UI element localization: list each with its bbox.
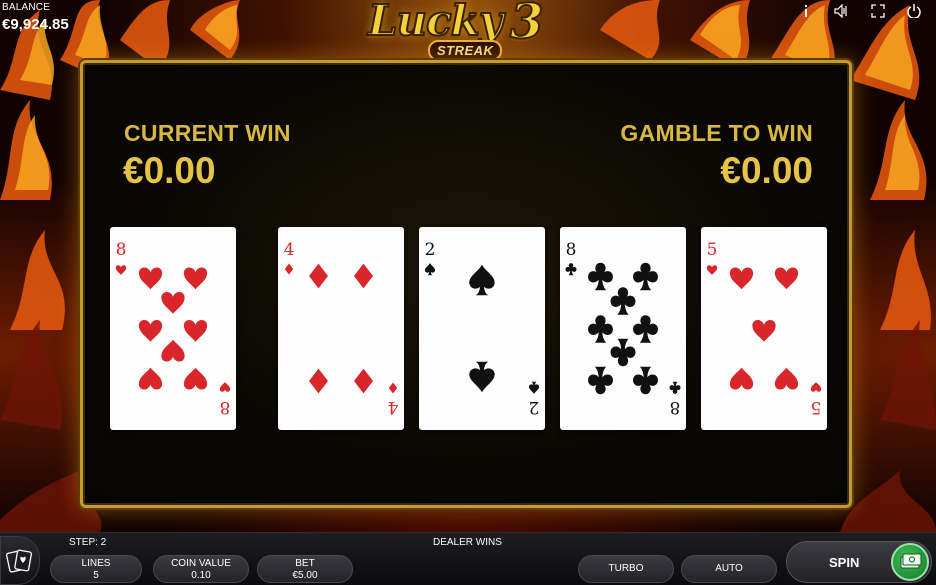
card-face: 88 [115, 240, 231, 417]
turbo-button[interactable]: TURBO [578, 555, 674, 583]
card-rank: 5 [707, 240, 718, 260]
card-corner-suit-icon [669, 381, 681, 394]
logo-sub-text: STREAK [428, 40, 503, 61]
gamble-to-win-value: €0.00 [720, 150, 813, 191]
bet-label: BET [295, 558, 315, 569]
coin-value-control[interactable]: COIN VALUE 0.10 [153, 555, 249, 583]
hearts-pip-icon [161, 339, 185, 362]
clubs-pip-icon [633, 262, 658, 291]
clubs-pip-icon [610, 287, 636, 315]
clubs-pip-icon [633, 366, 658, 395]
card-rank: 8 [566, 240, 577, 260]
current-win-label: CURRENT WIN [124, 120, 291, 146]
hearts-pip-icon [774, 367, 799, 390]
card-face: 88 [565, 240, 681, 417]
logo-main-text: Lucky [367, 0, 504, 46]
card-corner-suit-icon [565, 263, 577, 276]
card-face: 55 [706, 240, 822, 417]
hearts-pip-icon [774, 267, 799, 290]
diamonds-pip-icon [309, 263, 328, 289]
info-icon[interactable] [788, 2, 824, 20]
clubs-pip-icon [588, 366, 613, 395]
hearts-pip-icon [138, 367, 163, 390]
clubs-pip-icon [588, 315, 613, 343]
card-corner-bottom: 8 [219, 382, 231, 417]
spades-pip-icon [469, 361, 495, 393]
card-rank: 8 [670, 397, 681, 417]
hearts-pip-icon [138, 267, 163, 290]
logo-number: 3 [509, 0, 544, 51]
card-corner-suit-icon [388, 382, 398, 394]
card-corner-suit-icon [706, 265, 718, 275]
card-face: 22 [424, 240, 540, 417]
card-corner-suit-icon [219, 382, 231, 392]
coin-value-label: COIN VALUE [171, 558, 231, 569]
card-corner-suit-icon [424, 263, 436, 276]
cash-stack-icon [891, 543, 929, 581]
current-win-value: €0.00 [123, 150, 216, 191]
balance-value: €9,924.85 [2, 16, 69, 33]
gamble-to-win-label: GAMBLE TO WIN [620, 120, 813, 146]
card-corner-suit-icon [810, 382, 822, 392]
auto-button[interactable]: AUTO [681, 555, 777, 583]
clubs-pip-icon [610, 338, 636, 367]
fullscreen-icon[interactable] [860, 2, 896, 20]
card-corner-bottom: 8 [669, 381, 681, 417]
game-stage: BALANCE €9,924.85 Lucky 3 STREAK CURRENT… [0, 0, 936, 585]
playing-card[interactable]: 22 [419, 227, 545, 430]
card-corner-bottom: 5 [810, 382, 822, 417]
lines-label: LINES [81, 558, 111, 569]
spin-label: SPIN [829, 555, 860, 570]
status-message: DEALER WINS [433, 537, 502, 548]
gamble-cards-button[interactable] [0, 536, 40, 585]
card-rank: 4 [284, 240, 295, 260]
hearts-pip-icon [752, 319, 776, 342]
card-corner-bottom: 2 [528, 381, 540, 417]
spades-pip-icon [469, 264, 495, 296]
cards-icon [6, 549, 32, 573]
card-rank: 2 [529, 397, 540, 417]
balance-label: BALANCE [2, 2, 51, 13]
clubs-pip-icon [588, 262, 613, 291]
top-icons [788, 2, 932, 20]
card-corner-bottom: 4 [388, 382, 399, 417]
diamonds-pip-icon [354, 263, 373, 289]
card-corner-suit-icon [528, 381, 540, 394]
playing-card[interactable]: 44 [278, 227, 404, 430]
hearts-pip-icon [138, 319, 163, 342]
sound-icon[interactable] [824, 2, 860, 20]
card-face: 44 [284, 240, 399, 417]
spin-button[interactable]: SPIN [786, 541, 932, 583]
diamonds-pip-icon [309, 368, 328, 394]
playing-card[interactable]: 88 [110, 227, 236, 430]
card-rank: 2 [425, 240, 436, 260]
bet-value: €5.00 [292, 570, 318, 581]
playing-card[interactable]: 88 [560, 227, 686, 430]
power-icon[interactable] [896, 2, 932, 20]
clubs-pip-icon [633, 315, 658, 343]
auto-label: AUTO [715, 563, 743, 574]
step-indicator: STEP: 2 [69, 537, 107, 548]
lines-value: 5 [93, 570, 99, 581]
hearts-pip-icon [729, 267, 754, 290]
turbo-label: TURBO [608, 563, 644, 574]
hearts-pip-icon [183, 267, 208, 290]
card-rank: 5 [811, 397, 822, 417]
bet-control[interactable]: BET €5.00 [257, 555, 353, 583]
playing-card[interactable]: 55 [701, 227, 827, 430]
hearts-pip-icon [183, 319, 208, 342]
diamonds-pip-icon [354, 368, 373, 394]
card-corner-suit-icon [284, 263, 294, 275]
card-corner-suit-icon [115, 265, 127, 275]
card-rank: 4 [388, 397, 399, 417]
coin-value-value: 0.10 [191, 570, 211, 581]
card-rank: 8 [220, 397, 231, 417]
hearts-pip-icon [161, 291, 185, 314]
hearts-pip-icon [183, 367, 208, 390]
card-rank: 8 [116, 240, 127, 260]
hearts-pip-icon [729, 367, 754, 390]
lines-control[interactable]: LINES 5 [50, 555, 142, 583]
